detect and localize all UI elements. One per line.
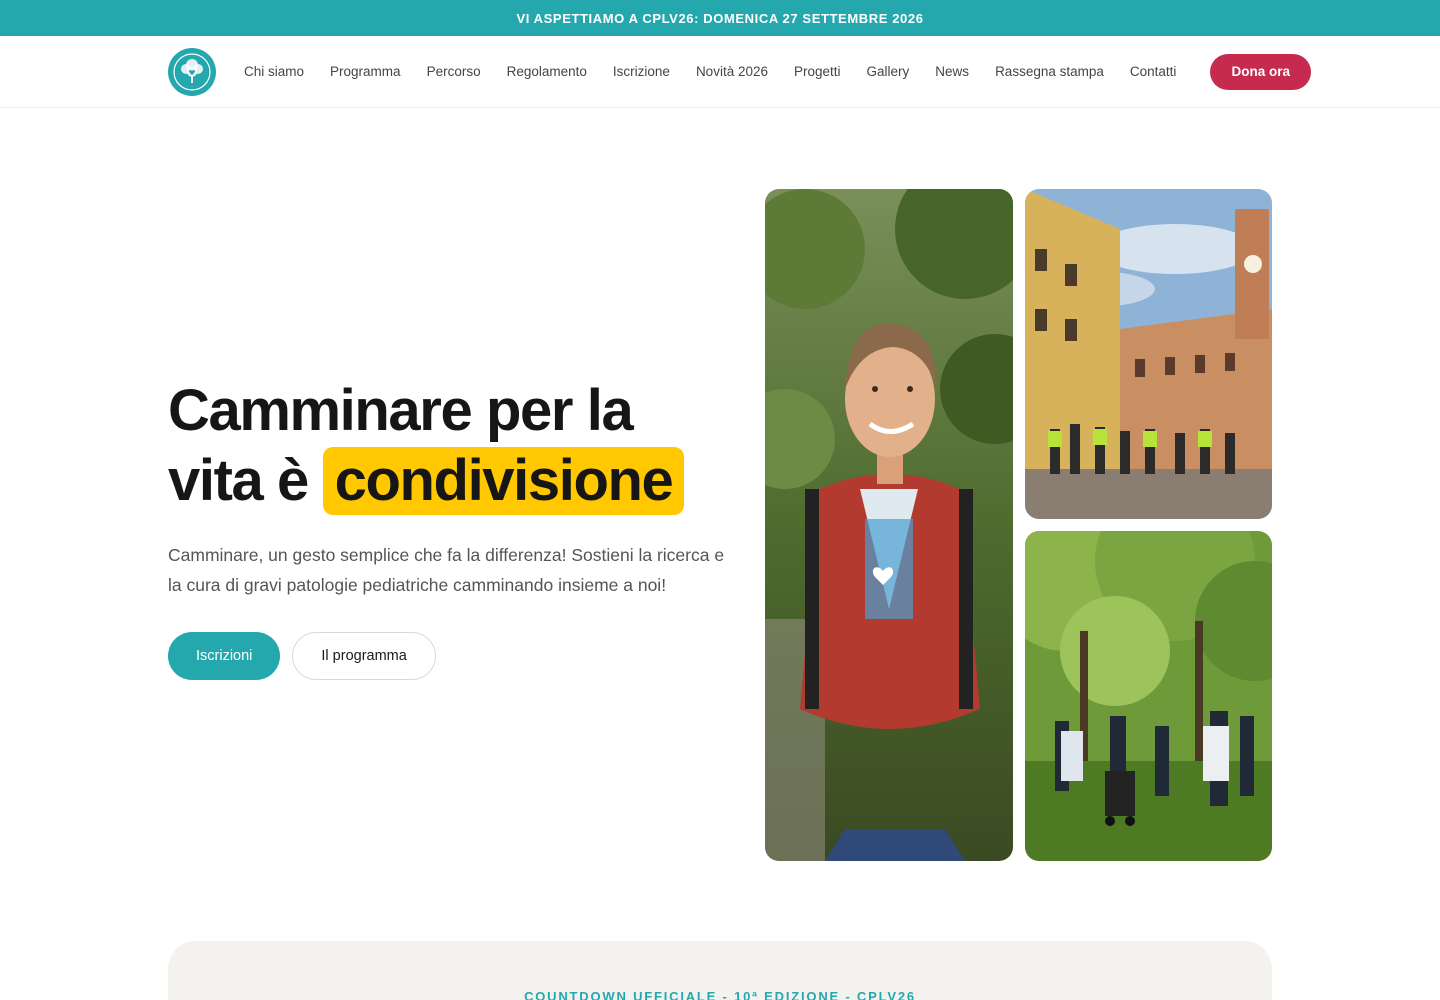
tree-heart-logo-icon: [173, 52, 211, 91]
main-navigation: Chi siamo Programma Percorso Regolamento…: [0, 36, 1440, 108]
countdown-label: COUNTDOWN UFFICIALE - 10ª EDIZIONE - CPL…: [524, 989, 916, 1000]
countdown-section: COUNTDOWN UFFICIALE - 10ª EDIZIONE - CPL…: [168, 941, 1272, 1000]
site-logo[interactable]: [168, 47, 216, 96]
nav-item-news[interactable]: News: [935, 64, 969, 79]
nav-item-iscrizione[interactable]: Iscrizione: [613, 64, 670, 79]
program-button[interactable]: Il programma: [292, 632, 436, 680]
hero-photo-piazza: [1025, 189, 1272, 519]
nav-item-chi-siamo[interactable]: Chi siamo: [244, 64, 304, 79]
hero-title-highlight: condivisione: [322, 447, 685, 515]
nav-item-programma[interactable]: Programma: [330, 64, 401, 79]
nav-item-progetti[interactable]: Progetti: [794, 64, 841, 79]
hero-photo-walker: [765, 189, 1013, 861]
hero-title-line1: Camminare per la: [168, 378, 634, 443]
announcement-bar: VI ASPETTIAMO A CPLV26: DOMENICA 27 SETT…: [0, 0, 1440, 36]
nav-item-novita-2026[interactable]: Novità 2026: [696, 64, 768, 79]
hero-photo-park: [1025, 531, 1272, 861]
donate-button[interactable]: Dona ora: [1210, 53, 1311, 90]
hero-content: Camminare per la vita è condivisione Cam…: [168, 376, 738, 680]
hero-title-line2: vita è: [168, 448, 309, 513]
nav-item-contatti[interactable]: Contatti: [1130, 64, 1177, 79]
nav-links: Chi siamo Programma Percorso Regolamento…: [244, 64, 1182, 79]
nav-item-rassegna-stampa[interactable]: Rassegna stampa: [995, 64, 1104, 79]
nav-item-gallery[interactable]: Gallery: [867, 64, 910, 79]
nav-item-regolamento[interactable]: Regolamento: [507, 64, 587, 79]
hero-subtitle: Camminare, un gesto semplice che fa la d…: [168, 545, 725, 595]
announcement-text: VI ASPETTIAMO A CPLV26: DOMENICA 27 SETT…: [516, 10, 924, 26]
registrations-button[interactable]: Iscrizioni: [168, 632, 281, 680]
hero-title: Camminare per la vita è condivisione: [168, 376, 738, 516]
nav-item-percorso[interactable]: Percorso: [427, 64, 481, 79]
hero-buttons: Iscrizioni Il programma: [168, 632, 738, 680]
